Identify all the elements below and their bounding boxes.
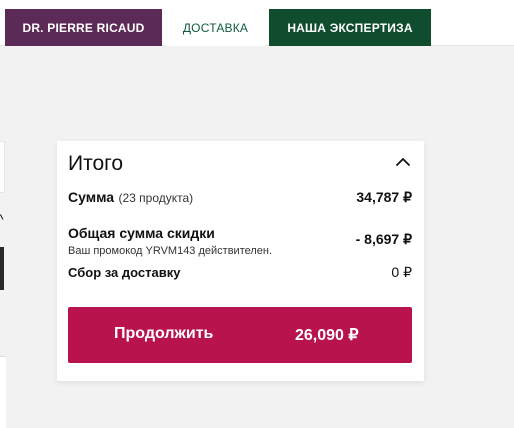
discount-value: - 8,697 ₽: [355, 231, 412, 247]
chevron-up-icon[interactable]: [394, 153, 412, 171]
left-panel-bottom-fragment: [0, 356, 6, 428]
delivery-fee-row: Сбор за доставку 0 ₽: [68, 264, 412, 282]
order-summary-card: Итого Сумма (23 продукта) 34,787 ₽ Общая…: [57, 141, 424, 381]
left-panel-dark-fragment: [0, 247, 4, 290]
tab-delivery[interactable]: ДОСТАВКА: [166, 9, 265, 46]
continue-button-total: 26,090 ₽: [295, 327, 359, 344]
subtotal-label: Сумма: [68, 189, 115, 205]
left-panel-fragment: [0, 141, 5, 193]
discount-row: Общая сумма скидки Ваш промокод YRVM143 …: [68, 225, 412, 257]
product-count: (23 продукта): [118, 191, 194, 205]
continue-button-label: Продолжить: [114, 325, 214, 342]
tab-our-expertise[interactable]: НАША ЭКСПЕРТИЗА: [269, 9, 431, 46]
tab-dr-pierre-ricaud[interactable]: DR. PIERRE RICAUD: [5, 9, 162, 46]
subtotal-row: Сумма (23 продукта) 34,787 ₽: [68, 189, 412, 207]
discount-label: Общая сумма скидки: [68, 225, 215, 241]
delivery-fee-label: Сбор за доставку: [68, 265, 181, 280]
continue-button[interactable]: Продолжить 26,090 ₽: [68, 307, 412, 363]
top-navigation: DR. PIERRE RICAUD ДОСТАВКА НАША ЭКСПЕРТИ…: [0, 0, 514, 46]
caret-up-icon: ^: [0, 211, 4, 227]
subtotal-value: 34,787 ₽: [356, 189, 412, 205]
delivery-fee-value: 0 ₽: [391, 264, 412, 280]
summary-title: Итого: [68, 152, 124, 175]
